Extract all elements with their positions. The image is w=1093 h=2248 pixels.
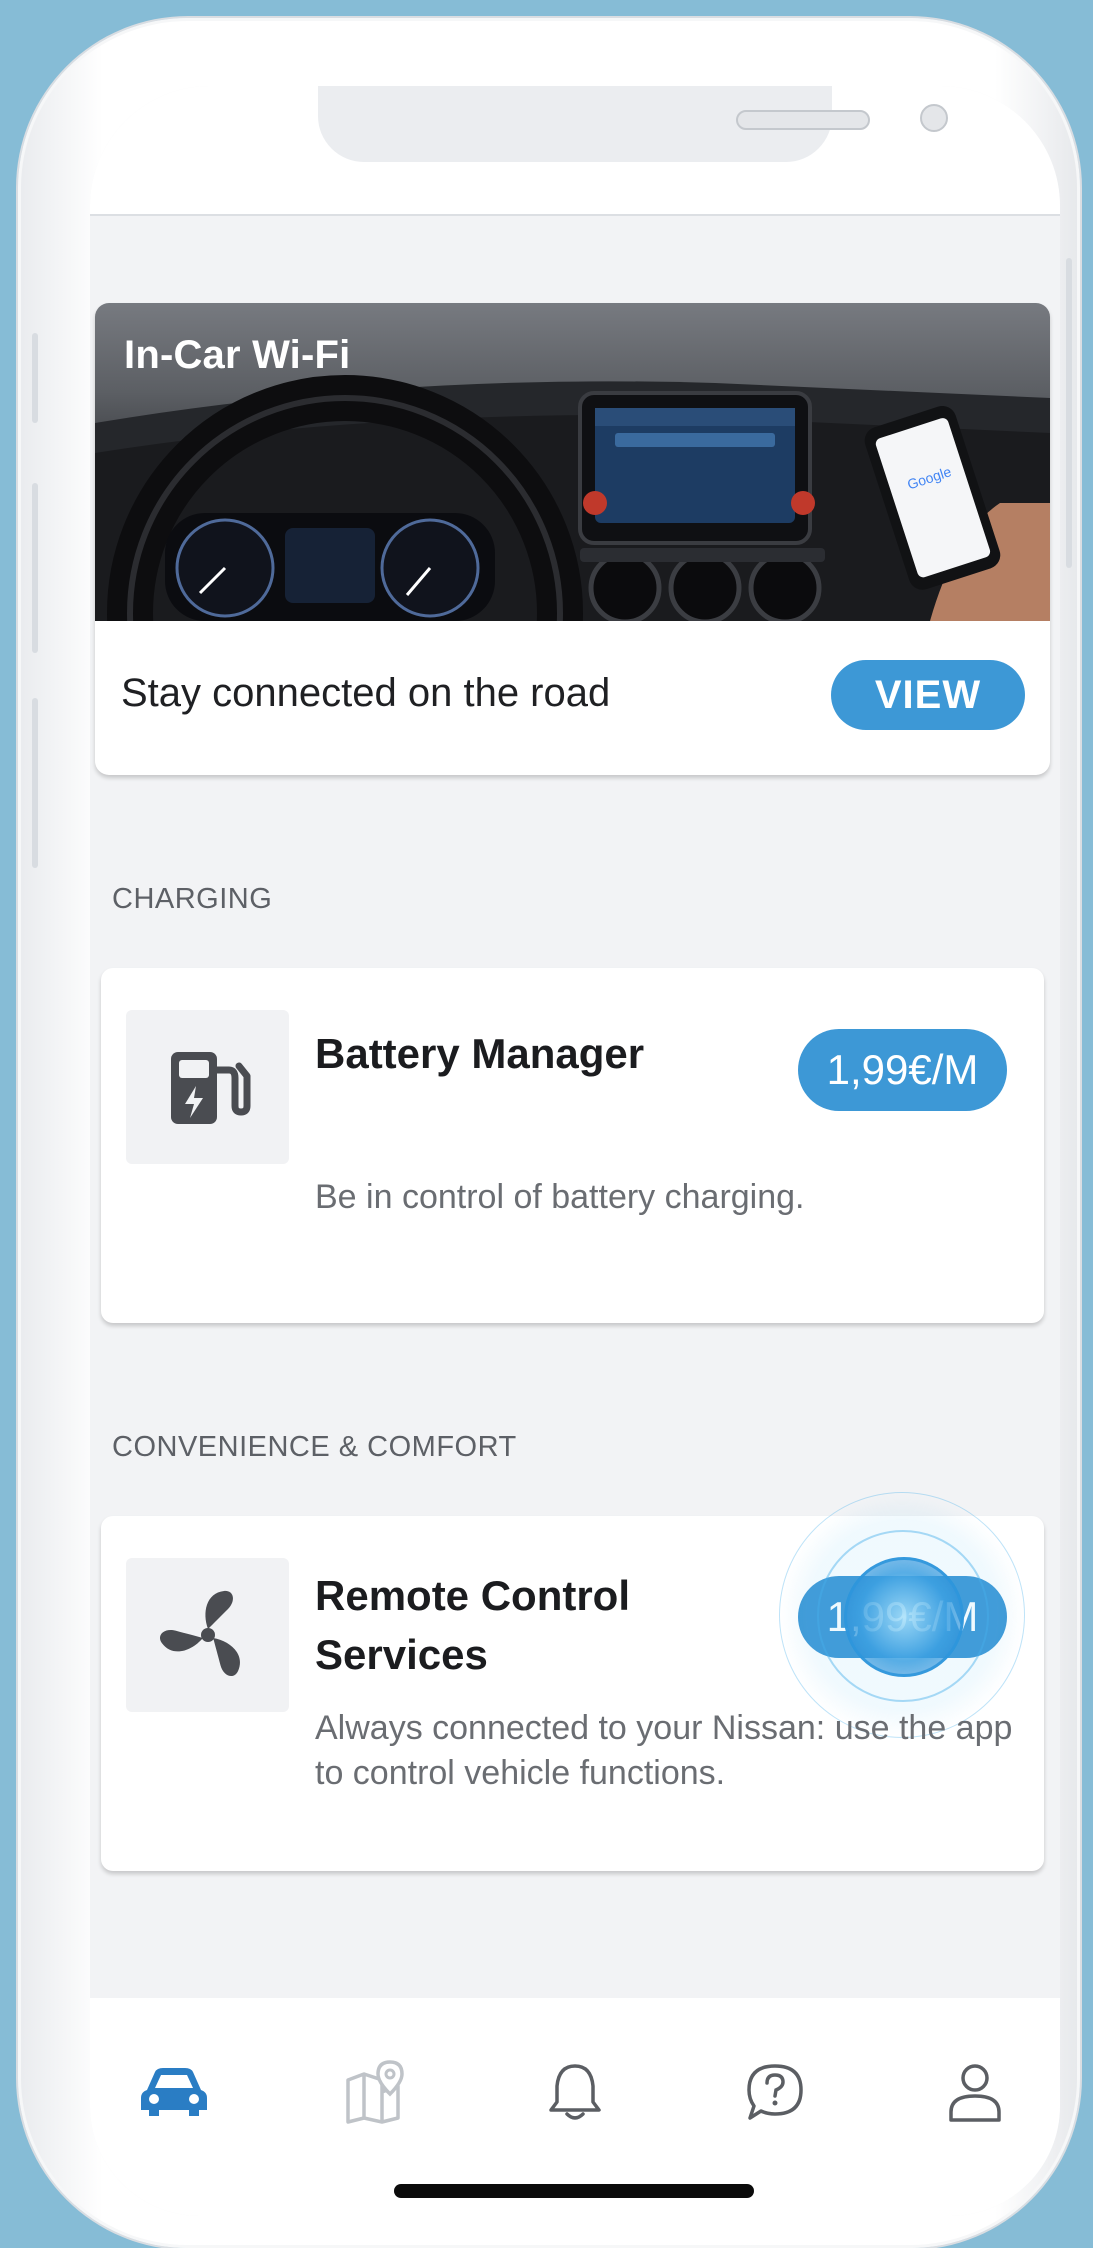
wifi-card-tagline: Stay connected on the road <box>121 671 611 715</box>
phone-frame: Google In-Car Wi-Fi Stay connected on th… <box>18 18 1080 2248</box>
remote-control-description: Always connected to your Nissan: use the… <box>315 1709 1013 1792</box>
battery-manager-price-button[interactable]: 1,99€/M <box>798 1029 1007 1111</box>
volume-up-button <box>32 483 38 653</box>
battery-manager-card[interactable]: Battery Manager 1,99€/M Be in control of… <box>101 968 1044 1323</box>
nav-tab-help[interactable] <box>735 2052 815 2132</box>
view-button[interactable]: VIEW <box>831 660 1025 730</box>
power-button <box>1066 258 1072 568</box>
remote-control-services-card[interactable]: Remote Control Services 1,99€/M Always c… <box>101 1492 1044 1871</box>
section-heading-convenience: CONVENIENCE & COMFORT <box>112 1431 517 1463</box>
remote-control-price-button[interactable]: 1,99€/M <box>798 1576 1007 1658</box>
front-camera <box>920 104 948 132</box>
wifi-hero-image: Google In-Car Wi-Fi <box>95 303 1050 621</box>
battery-manager-title: Battery Manager <box>315 1030 645 1077</box>
remote-control-icon-tile <box>126 1558 289 1712</box>
nav-tab-map[interactable] <box>334 2052 414 2132</box>
speaker-grille <box>736 110 870 130</box>
battery-manager-description: Be in control of battery charging. <box>315 1178 805 1216</box>
volume-down-button <box>32 698 38 868</box>
map-pin-icon <box>346 2060 404 2124</box>
section-heading-charging: CHARGING <box>112 883 273 915</box>
help-chat-icon <box>747 2064 803 2120</box>
home-indicator[interactable] <box>394 2184 754 2198</box>
charging-station-icon <box>170 1052 250 1124</box>
profile-icon <box>949 2064 1001 2122</box>
in-car-wifi-card[interactable]: Google In-Car Wi-Fi Stay connected on th… <box>95 303 1050 775</box>
status-bar <box>90 86 1060 216</box>
bell-icon <box>549 2064 601 2120</box>
remote-control-title: Remote Control Services <box>315 1572 630 1678</box>
car-icon <box>141 2068 207 2116</box>
notch <box>318 86 948 162</box>
nav-tab-car[interactable] <box>134 2052 214 2132</box>
nav-tab-notifications[interactable] <box>535 2052 615 2132</box>
mute-switch <box>32 333 38 423</box>
nav-tab-profile[interactable] <box>935 2052 1015 2132</box>
battery-manager-icon-tile <box>126 1010 289 1164</box>
fan-icon <box>159 1590 240 1677</box>
app-screen: Google In-Car Wi-Fi Stay connected on th… <box>90 86 1060 2216</box>
wifi-card-title: In-Car Wi-Fi <box>124 333 351 377</box>
